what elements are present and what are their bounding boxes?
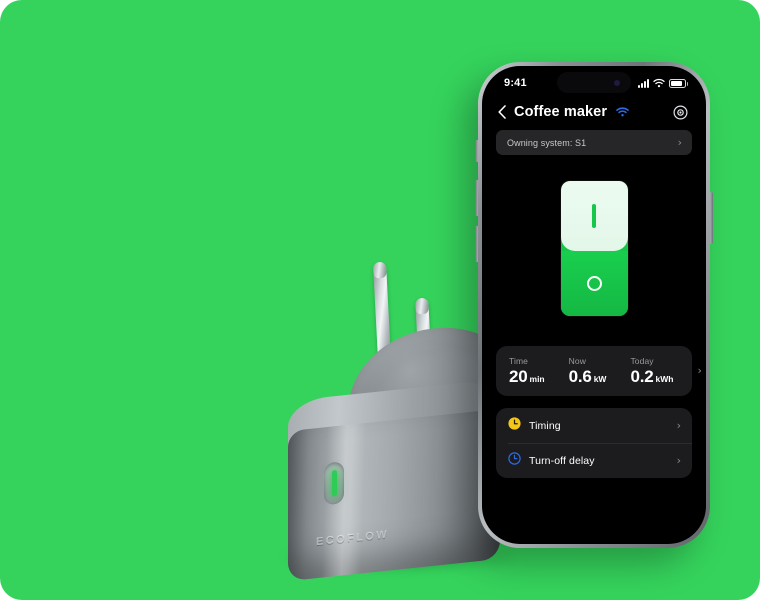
cellular-signal-icon: [638, 78, 649, 88]
mute-switch[interactable]: [475, 140, 478, 162]
power-button[interactable]: [710, 192, 713, 244]
dynamic-island: [557, 72, 631, 93]
rocker-off-half[interactable]: [560, 251, 628, 316]
stat-label: Today: [630, 356, 654, 366]
plug-body: ECOFLOW: [288, 408, 500, 582]
clock-filled-icon: [508, 416, 521, 435]
clock-outline-icon: [508, 451, 521, 470]
stats-card[interactable]: Time 20 min Now 0.6 kW Today 0.2 kWh ›: [496, 346, 702, 396]
action-row-turn-off-delay[interactable]: Turn-off delay ›: [496, 443, 692, 478]
chevron-right-icon: ›: [676, 454, 681, 467]
status-icons: [638, 78, 688, 88]
plug-led-button[interactable]: [324, 461, 344, 506]
stat-number: 20: [509, 367, 528, 386]
stat-today: Today 0.2 kWh: [630, 356, 673, 385]
status-time: 9:41: [504, 77, 527, 89]
power-switch-container: [496, 181, 692, 316]
screen-content: Owning system: S1 › Time 20 min Now 0.6 …: [482, 130, 706, 478]
rocker-on-half[interactable]: [560, 181, 628, 252]
led-indicator: [331, 470, 337, 497]
stat-unit: min: [529, 374, 545, 384]
power-rocker-switch[interactable]: [560, 181, 628, 316]
volume-up-button[interactable]: [475, 180, 478, 216]
action-label: Turn-off delay: [529, 454, 595, 467]
battery-icon: [669, 78, 688, 88]
wifi-status-icon: [616, 107, 629, 117]
chevron-right-icon: ›: [677, 136, 682, 149]
stat-value: 0.2 kWh: [630, 368, 673, 385]
stat-time: Time 20 min: [509, 356, 545, 385]
owning-system-row[interactable]: Owning system: S1 ›: [496, 130, 692, 155]
power-settings-icon[interactable]: [673, 104, 688, 120]
navigation-bar: Coffee maker: [482, 100, 706, 130]
action-label: Timing: [529, 419, 561, 432]
stat-label: Time: [509, 356, 528, 366]
stat-value: 20 min: [509, 368, 545, 385]
volume-down-button[interactable]: [475, 226, 478, 262]
action-row-timing[interactable]: Timing ›: [496, 408, 692, 443]
stat-now: Now 0.6 kW: [569, 356, 607, 385]
chevron-left-icon[interactable]: [498, 105, 506, 119]
body-highlight: [288, 408, 500, 582]
page-title: Coffee maker: [514, 104, 608, 120]
promo-canvas: ECOFLOW 9:41 Coffee maker Owning system:…: [0, 0, 760, 600]
phone-screen: 9:41 Coffee maker Owning system: S1 › Ti…: [482, 66, 706, 544]
owning-system-label: Owning system: S1: [507, 137, 587, 148]
chevron-right-icon: ›: [697, 364, 702, 377]
wifi-icon: [653, 78, 665, 88]
stat-number: 0.6: [568, 367, 592, 386]
stat-value: 0.6 kW: [569, 368, 607, 385]
chevron-right-icon: ›: [676, 419, 681, 432]
power-on-icon: [592, 204, 596, 229]
stat-label: Now: [568, 356, 586, 366]
status-bar: 9:41: [482, 66, 706, 100]
stat-unit: kWh: [655, 374, 674, 384]
phone-mockup: 9:41 Coffee maker Owning system: S1 › Ti…: [475, 62, 713, 548]
action-list: Timing › Turn-off delay ›: [496, 408, 692, 478]
front-camera-icon: [614, 79, 620, 86]
stat-unit: kW: [593, 374, 607, 384]
power-off-icon: [586, 276, 602, 292]
stat-number: 0.2: [630, 367, 654, 386]
